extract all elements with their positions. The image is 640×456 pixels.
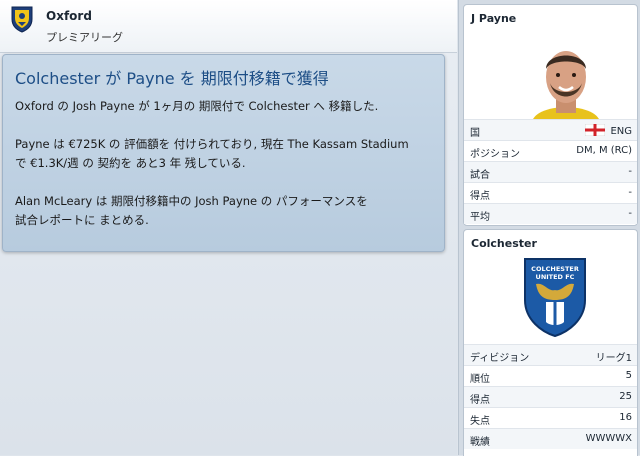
news-line: Payne は €725K の 評価額を 付けられており, 現在 The Kas… [15, 137, 409, 151]
row-label: 平均 [470, 212, 490, 223]
right-sidebar: J Payne 国 ENG ポジション DM, M (RC) 試合 - 得点 -… [458, 0, 640, 456]
row-label: 得点 [470, 395, 490, 406]
row-label: 得点 [470, 191, 490, 202]
news-title: Colchester が Payne を 期限付移籍で獲得 [15, 69, 329, 88]
news-line: 試合レポートに まとめる. [15, 213, 149, 227]
row-label: ディビジョン [470, 353, 530, 364]
player-photo [532, 51, 600, 125]
row-value: 16 [619, 412, 632, 423]
club-row-goals-against: 失点 16 [464, 407, 637, 428]
news-line: Oxford の Josh Payne が 1ヶ月の 期限付で Colchest… [15, 99, 379, 113]
row-value: - [628, 166, 632, 177]
row-value: WWWWX [585, 433, 632, 444]
news-line: で €1.3K/週 の 契約を あと3 年 残している. [15, 156, 246, 170]
news-area: Colchester が Payne を 期限付移籍で獲得 Oxford の J… [0, 53, 457, 455]
player-row-nation: 国 ENG [464, 119, 637, 140]
news-card: Colchester が Payne を 期限付移籍で獲得 Oxford の J… [2, 54, 445, 252]
club-row-goals-for: 得点 25 [464, 386, 637, 407]
league-name-link[interactable]: プレミアリーグ [46, 29, 123, 45]
news-line: Alan McLeary は 期限付移籍中の Josh Payne の パフォー… [15, 194, 368, 208]
player-row-position: ポジション DM, M (RC) [464, 140, 637, 161]
club-row-division: ディビジョン リーグ1 [464, 344, 637, 365]
oxford-crest-icon[interactable] [10, 5, 34, 33]
england-flag-icon [585, 124, 606, 136]
row-label: 戦績 [470, 437, 490, 448]
player-info-table: 国 ENG ポジション DM, M (RC) 試合 - 得点 - 平均 - [464, 119, 637, 224]
player-panel: J Payne 国 ENG ポジション DM, M (RC) 試合 - 得点 -… [463, 4, 638, 226]
news-paragraph: Payne は €725K の 評価額を 付けられており, 現在 The Kas… [15, 135, 435, 173]
row-label: 失点 [470, 416, 490, 427]
club-name-link[interactable]: Oxford [46, 9, 92, 23]
news-paragraph: Alan McLeary は 期限付移籍中の Josh Payne の パフォー… [15, 192, 435, 230]
row-label: 国 [470, 128, 480, 139]
player-name-link[interactable]: J Payne [471, 12, 516, 25]
club-row-form: 戦績 WWWWX [464, 428, 637, 449]
club-panel: Colchester COLCHESTER UNITED FC ディビジョン リ… [463, 229, 638, 456]
player-row-rating: 平均 - [464, 203, 637, 224]
news-body: Oxford の Josh Payne が 1ヶ月の 期限付で Colchest… [15, 97, 435, 249]
club-name-link[interactable]: Colchester [471, 237, 537, 250]
badge-text: UNITED FC [536, 273, 575, 281]
row-value: - [628, 208, 632, 219]
colchester-badge-icon[interactable]: COLCHESTER UNITED FC [522, 256, 588, 338]
nation-value: ENG [610, 126, 632, 137]
row-label: ポジション [470, 149, 520, 160]
row-value[interactable]: リーグ1 [596, 349, 632, 364]
club-info-table: ディビジョン リーグ1 順位 5 得点 25 失点 16 戦績 WWWWX [464, 344, 637, 449]
row-value: 5 [625, 370, 632, 381]
player-row-apps: 試合 - [464, 161, 637, 182]
row-value: ENG [585, 124, 632, 137]
player-row-goals: 得点 - [464, 182, 637, 203]
row-value: 25 [619, 391, 632, 402]
row-value: - [628, 187, 632, 198]
badge-text: COLCHESTER [531, 265, 579, 273]
club-row-position: 順位 5 [464, 365, 637, 386]
news-paragraph: Oxford の Josh Payne が 1ヶ月の 期限付で Colchest… [15, 97, 435, 116]
club-header: Oxford プレミアリーグ [0, 0, 457, 53]
row-label: 順位 [470, 374, 490, 385]
row-label: 試合 [470, 170, 490, 181]
row-value: DM, M (RC) [576, 145, 632, 156]
